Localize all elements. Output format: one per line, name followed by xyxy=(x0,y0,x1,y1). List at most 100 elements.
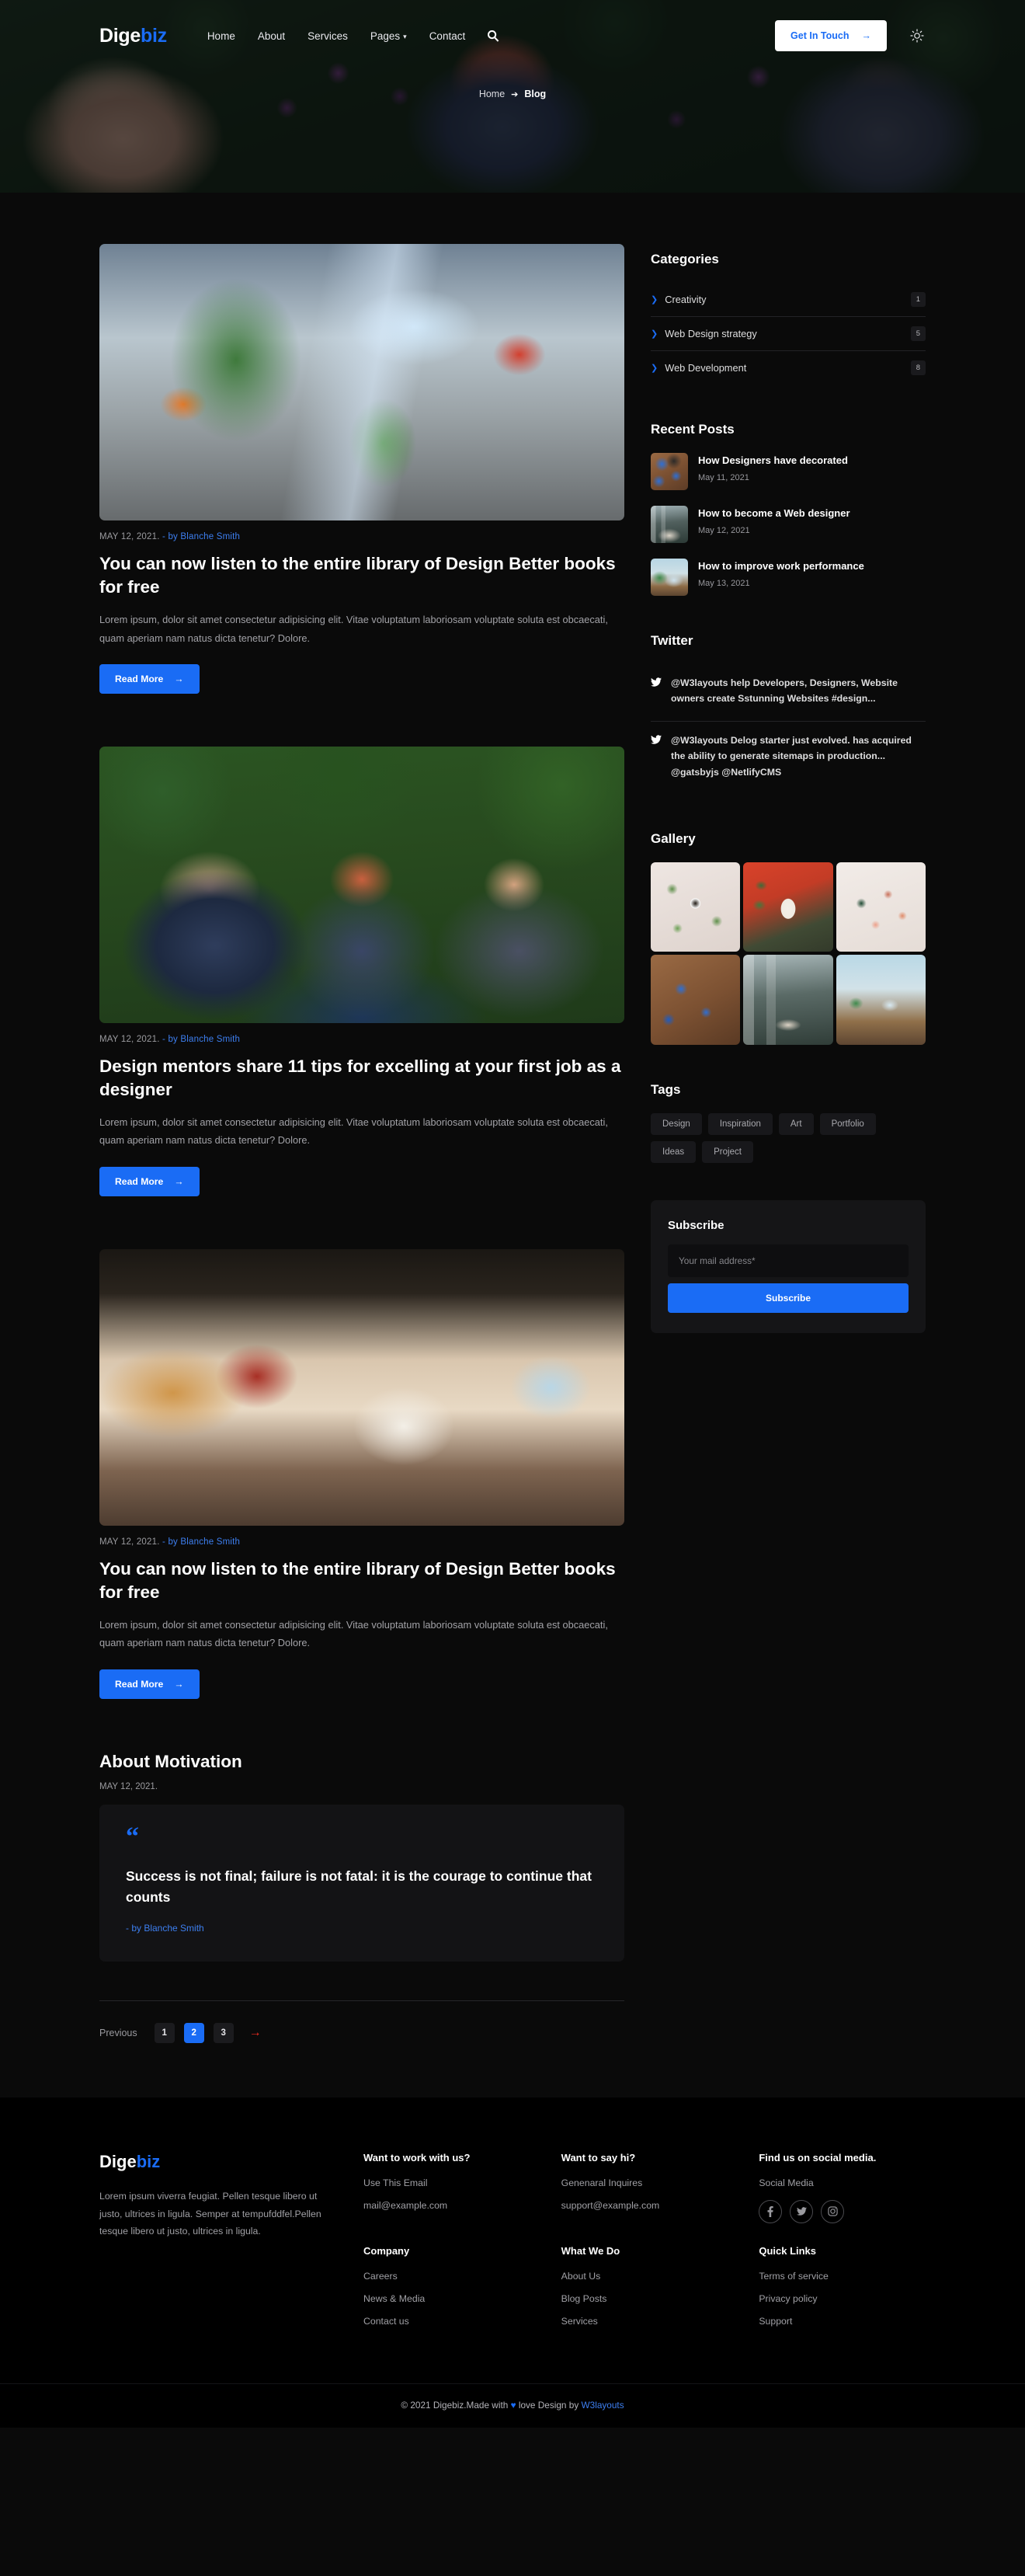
pagination-page-1[interactable]: 1 xyxy=(154,2022,175,2043)
recent-post-date: May 11, 2021 xyxy=(698,472,749,482)
twitter-block: Twitter @W3layouts help Developers, Desi… xyxy=(651,633,926,794)
footer-link[interactable]: News & Media xyxy=(363,2293,530,2304)
tweet-item[interactable]: @W3layouts Delog starter just evolved. h… xyxy=(651,722,926,794)
tags-title: Tags xyxy=(651,1081,681,1097)
recent-post-item[interactable]: How Designers have decorated May 11, 202… xyxy=(651,453,926,490)
footer-logo-main: Dige xyxy=(99,2151,137,2171)
facebook-icon[interactable] xyxy=(759,2199,783,2223)
post-author[interactable]: - by Blanche Smith xyxy=(162,532,240,541)
breadcrumb-home[interactable]: Home xyxy=(479,89,505,99)
recent-posts-title: Recent Posts xyxy=(651,422,735,437)
footer-brand: Digebiz Lorem ipsum viverra feugiat. Pel… xyxy=(99,2152,332,2338)
arrow-right-icon: → xyxy=(174,673,184,684)
arrow-right-icon: → xyxy=(174,1175,184,1187)
recent-post-item[interactable]: How to improve work performance May 13, … xyxy=(651,559,926,596)
post-author[interactable]: - by Blanche Smith xyxy=(162,1537,240,1547)
subscribe-button[interactable]: Subscribe xyxy=(668,1283,909,1313)
motivation-heading: About Motivation xyxy=(99,1751,242,1771)
nav-item-about[interactable]: About xyxy=(258,30,285,42)
gallery-image[interactable] xyxy=(651,862,741,952)
sidebar: Categories ❯ Creativity 1 ❯ Web Design s… xyxy=(651,244,926,2043)
category-item[interactable]: ❯ Web Development 8 xyxy=(651,351,926,385)
tag-item[interactable]: Portfolio xyxy=(819,1112,876,1135)
footer-link[interactable]: Terms of service xyxy=(759,2271,926,2282)
chevron-right-icon: ❯ xyxy=(651,295,658,305)
heart-icon: ♥ xyxy=(510,2399,516,2411)
site-logo[interactable]: Digebiz xyxy=(99,25,167,47)
gallery-image[interactable] xyxy=(743,862,833,952)
footer-column-company: Company Careers News & Media Contact us xyxy=(363,2245,530,2338)
nav-item-contact[interactable]: Contact xyxy=(429,30,466,42)
post-meta: MAY 12, 2021. - by Blanche Smith xyxy=(99,532,624,541)
tag-item[interactable]: Project xyxy=(702,1140,753,1163)
tweet-item[interactable]: @W3layouts help Developers, Designers, W… xyxy=(651,664,926,722)
footer-social-icons xyxy=(759,2199,926,2223)
footer-logo[interactable]: Digebiz xyxy=(99,2152,332,2172)
gallery-image[interactable] xyxy=(651,955,741,1045)
category-item[interactable]: ❯ Creativity 1 xyxy=(651,283,926,317)
post-author[interactable]: - by Blanche Smith xyxy=(162,1035,240,1044)
subscribe-card: Subscribe Subscribe xyxy=(651,1199,926,1333)
logo-text-accent: biz xyxy=(140,24,167,47)
pagination-page-3[interactable]: 3 xyxy=(213,2022,234,2043)
category-item[interactable]: ❯ Web Design strategy 5 xyxy=(651,317,926,351)
twitter-title: Twitter xyxy=(651,633,693,648)
subscribe-block: Subscribe Subscribe xyxy=(651,1199,926,1333)
nav-item-services[interactable]: Services xyxy=(308,30,348,42)
twitter-icon[interactable] xyxy=(790,2199,814,2223)
blog-post-card: MAY 12, 2021. - by Blanche Smith Design … xyxy=(99,746,624,1196)
pagination-next-arrow-icon[interactable]: → xyxy=(249,2026,262,2040)
recent-post-item[interactable]: How to become a Web designer May 12, 202… xyxy=(651,506,926,543)
post-title[interactable]: Design mentors share 11 tips for excelli… xyxy=(99,1055,624,1102)
gallery-image[interactable] xyxy=(836,955,926,1045)
post-thumbnail[interactable] xyxy=(99,1248,624,1526)
subscribe-email-input[interactable] xyxy=(668,1244,909,1277)
tag-item[interactable]: Ideas xyxy=(651,1140,697,1163)
footer-column-say-hi: Want to say hi? Genenaral Inquires suppo… xyxy=(561,2152,728,2223)
gallery-image[interactable] xyxy=(743,955,833,1045)
post-title[interactable]: You can now listen to the entire library… xyxy=(99,1558,624,1604)
recent-post-title: How Designers have decorated xyxy=(698,454,848,466)
logo-text-main: Dige xyxy=(99,24,141,47)
instagram-icon[interactable] xyxy=(821,2199,845,2223)
get-in-touch-button[interactable]: Get In Touch → xyxy=(775,20,887,51)
footer-link[interactable]: Support xyxy=(759,2316,926,2327)
footer-link[interactable]: Blog Posts xyxy=(561,2293,728,2304)
footer-link[interactable]: Genenaral Inquires xyxy=(561,2177,728,2188)
gallery-block: Gallery xyxy=(651,831,926,1045)
footer-column-work-with-us: Want to work with us? Use This Email mai… xyxy=(363,2152,530,2223)
footer-link[interactable]: Careers xyxy=(363,2271,530,2282)
category-count: 5 xyxy=(910,326,926,341)
nav-item-pages[interactable]: Pages xyxy=(370,30,407,42)
tag-item[interactable]: Art xyxy=(778,1112,814,1135)
read-more-button[interactable]: Read More → xyxy=(99,663,200,694)
tag-item[interactable]: Inspiration xyxy=(707,1112,773,1135)
footer-link[interactable]: Use This Email xyxy=(363,2177,530,2188)
read-more-button[interactable]: Read More → xyxy=(99,1166,200,1196)
pagination-page-2[interactable]: 2 xyxy=(183,2022,204,2043)
post-thumbnail[interactable] xyxy=(99,746,624,1023)
footer-link[interactable]: support@example.com xyxy=(561,2200,728,2211)
read-more-button[interactable]: Read More → xyxy=(99,1669,200,1699)
post-thumbnail[interactable] xyxy=(99,244,624,520)
w3layouts-link[interactable]: W3layouts xyxy=(582,2400,624,2411)
quote-author[interactable]: - by Blanche Smith xyxy=(126,1923,598,1934)
post-meta: MAY 12, 2021. - by Blanche Smith xyxy=(99,1537,624,1547)
twitter-icon xyxy=(651,733,662,780)
sun-icon[interactable] xyxy=(909,27,926,44)
gallery-image[interactable] xyxy=(836,862,926,952)
footer-link[interactable]: About Us xyxy=(561,2271,728,2282)
footer-column-title: Want to say hi? xyxy=(561,2151,636,2163)
hero-banner: Digebiz Home About Services Pages Contac… xyxy=(0,0,1025,193)
pagination-previous[interactable]: Previous xyxy=(99,2028,137,2038)
nav-item-home[interactable]: Home xyxy=(207,30,235,42)
footer-link[interactable]: Privacy policy xyxy=(759,2293,926,2304)
search-icon[interactable] xyxy=(485,28,501,44)
copyright-text-pre: © 2021 Digebiz.Made with xyxy=(401,2399,511,2411)
footer-link[interactable]: Contact us xyxy=(363,2316,530,2327)
footer-column-title: Company xyxy=(363,2244,410,2257)
footer-link[interactable]: mail@example.com xyxy=(363,2200,530,2211)
post-title[interactable]: You can now listen to the entire library… xyxy=(99,552,624,599)
footer-link[interactable]: Services xyxy=(561,2316,728,2327)
tag-item[interactable]: Design xyxy=(651,1112,702,1135)
